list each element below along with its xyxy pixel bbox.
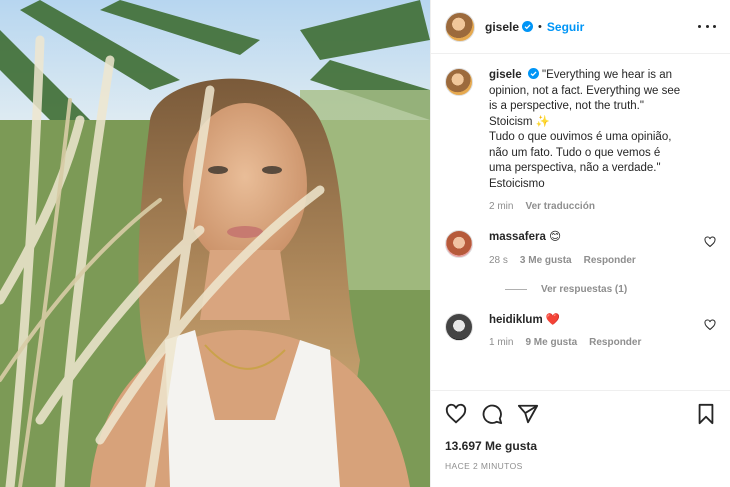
avatar[interactable] bbox=[445, 11, 475, 42]
header-username[interactable]: gisele bbox=[485, 20, 519, 34]
caption-time: 2 min bbox=[489, 201, 514, 212]
action-icons bbox=[445, 403, 716, 425]
caption-text-line: uma perspectiva, não a verdade." bbox=[489, 162, 661, 174]
comment-meta: 28 s 3 Me gusta Responder bbox=[489, 255, 696, 266]
share-icon[interactable] bbox=[517, 403, 539, 425]
translate-link[interactable]: Ver traducción bbox=[525, 201, 594, 212]
caption-text-line: opinion, not a fact. Everything we see bbox=[489, 84, 681, 97]
comment-time: 28 s bbox=[489, 254, 508, 266]
bookmark-icon[interactable] bbox=[696, 403, 716, 425]
post-photo[interactable] bbox=[0, 0, 430, 487]
comment-username[interactable]: heidiklum bbox=[489, 314, 543, 326]
heart-icon[interactable] bbox=[704, 236, 716, 248]
caption-meta: 2 min Ver traducción bbox=[489, 201, 716, 212]
caption-text-line: Stoicism ✨ bbox=[489, 115, 550, 128]
comments-section: gisele "Everything we hear is an opinion… bbox=[431, 54, 730, 389]
more-options-icon[interactable] bbox=[698, 24, 716, 30]
heart-icon[interactable] bbox=[445, 403, 467, 425]
view-replies-label[interactable]: Ver respuestas (1) bbox=[541, 284, 627, 295]
comment: heidiklum ❤️ 1 min 9 Me gusta Responder bbox=[445, 312, 716, 348]
verified-icon bbox=[527, 68, 539, 79]
comment-likes[interactable]: 9 Me gusta bbox=[525, 337, 577, 348]
heart-icon[interactable] bbox=[704, 318, 716, 331]
comment: massafera 😊 28 s 3 Me gusta Responder bbox=[445, 230, 716, 266]
post-side-panel: gisele • Seguir gisele "Everything we he… bbox=[430, 0, 730, 487]
caption-avatar[interactable] bbox=[445, 68, 473, 96]
post-actions: 13.697 Me gusta HACE 2 MINUTOS bbox=[431, 390, 730, 471]
reply-button[interactable]: Responder bbox=[589, 337, 641, 348]
comment-likes[interactable]: 3 Me gusta bbox=[520, 255, 572, 266]
caption-text-line: "Everything we hear is an bbox=[542, 69, 673, 81]
caption-text-line: Estoicismo bbox=[489, 177, 545, 190]
comment-avatar[interactable] bbox=[445, 312, 473, 341]
caption: gisele "Everything we hear is an opinion… bbox=[445, 68, 716, 212]
replies-line bbox=[505, 288, 527, 290]
post-header: gisele • Seguir bbox=[431, 0, 730, 54]
header-separator: • bbox=[538, 20, 542, 33]
comment-username[interactable]: massafera bbox=[489, 231, 546, 243]
verified-icon bbox=[522, 21, 534, 32]
likes-count[interactable]: 13.697 Me gusta bbox=[445, 439, 716, 453]
comment-time: 1 min bbox=[489, 337, 514, 348]
comment-icon[interactable] bbox=[481, 403, 503, 425]
view-replies[interactable]: Ver respuestas (1) bbox=[505, 284, 716, 295]
caption-text-line: não um fato. Tudo o que vemos é bbox=[489, 146, 661, 159]
comment-text: 😊 bbox=[549, 231, 562, 243]
caption-text-line: is a perspective, not the truth." bbox=[489, 100, 644, 112]
comment-text: ❤️ bbox=[545, 313, 561, 326]
post-photo-illustration bbox=[0, 0, 430, 487]
comment-meta: 1 min 9 Me gusta Responder bbox=[489, 337, 696, 348]
comment-avatar[interactable] bbox=[445, 230, 473, 258]
posted-time: HACE 2 MINUTOS bbox=[445, 461, 523, 471]
caption-username[interactable]: gisele bbox=[489, 69, 522, 81]
caption-text-line: Tudo o que ouvimos é uma opinião, bbox=[489, 131, 672, 143]
reply-button[interactable]: Responder bbox=[584, 255, 636, 266]
follow-button[interactable]: Seguir bbox=[547, 20, 584, 34]
